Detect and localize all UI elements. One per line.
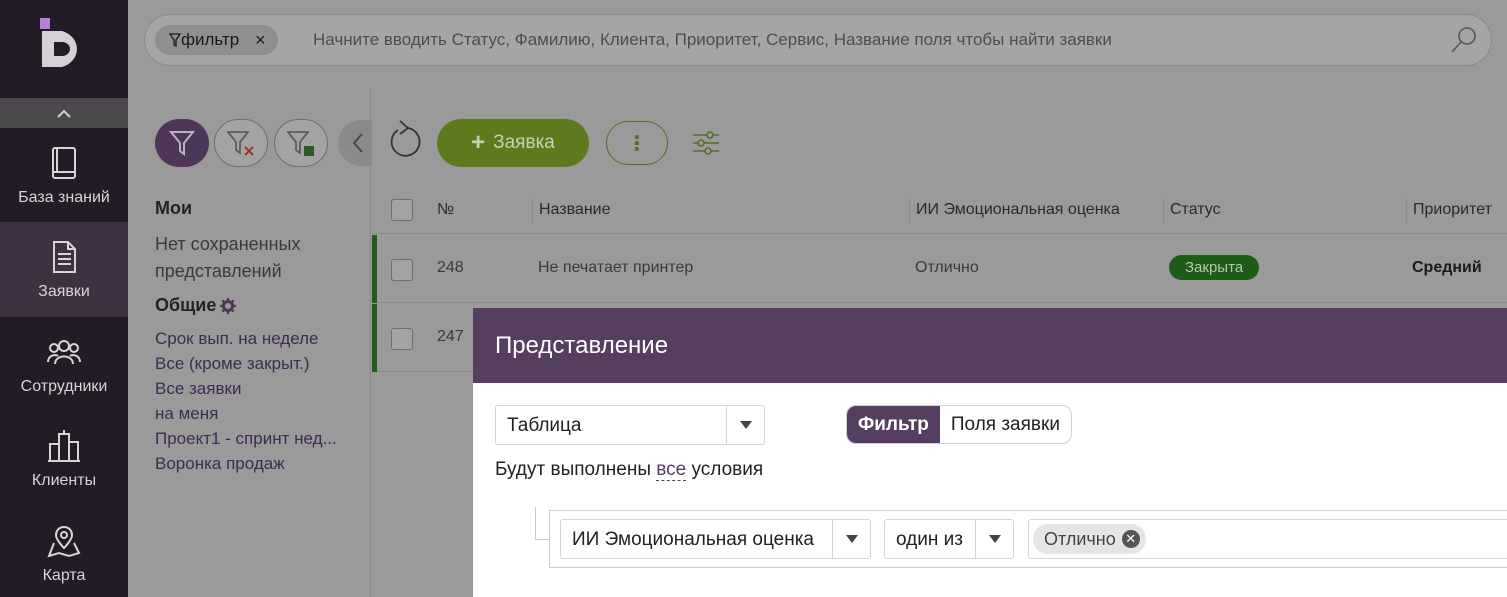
filter-icon	[169, 33, 181, 47]
refresh-icon[interactable]	[386, 118, 422, 160]
more-actions-button[interactable]: ⋮	[606, 121, 668, 165]
add-ticket-label: Заявка	[493, 132, 555, 153]
search-icon[interactable]	[1449, 25, 1479, 55]
nav-item-tickets[interactable]: Заявки	[0, 222, 128, 317]
nav-item-map[interactable]: Карта	[0, 506, 128, 597]
col-status[interactable]: Статус	[1170, 201, 1221, 219]
view-link[interactable]: Все заявки	[155, 376, 337, 401]
condition-field-select[interactable]: ИИ Эмоциональная оценка	[560, 519, 871, 559]
caret-down-icon[interactable]	[975, 520, 1013, 558]
view-link[interactable]: на меня	[155, 401, 337, 426]
tree-connector	[535, 507, 549, 540]
col-divider[interactable]	[1406, 198, 1407, 224]
nav-label: Карта	[42, 566, 86, 584]
document-icon	[53, 240, 76, 273]
filter-clear-icon	[226, 131, 254, 156]
condition-value-input[interactable]: Отлично ✕	[1028, 519, 1507, 559]
cell-priority: Средний	[1412, 259, 1482, 276]
no-views-text-line2: представлений	[155, 261, 282, 281]
book-icon	[52, 146, 76, 179]
tab-filter[interactable]: Фильтр	[847, 406, 940, 443]
search-bar[interactable]: фильтр × Начните вводить Статус, Фамилию…	[144, 14, 1492, 66]
caret-down-icon[interactable]	[726, 406, 764, 444]
view-link[interactable]: Срок вып. на неделе	[155, 326, 337, 351]
nav-label: Сотрудники	[20, 377, 108, 395]
people-icon	[47, 339, 81, 364]
col-number[interactable]: №	[437, 201, 454, 219]
main-nav: База знаний Заявки Сотрудники Клиенты Ка…	[0, 0, 128, 597]
nav-label: База знаний	[18, 188, 110, 206]
sliders-icon[interactable]	[692, 130, 720, 156]
cell-title[interactable]: Не печатает принтер	[538, 259, 693, 277]
condition-mode-text: Будут выполнены все условия	[495, 459, 763, 481]
clear-filter-button[interactable]	[214, 119, 268, 167]
table-row[interactable]: 248 Не печатает принтер Отлично Закрыта …	[372, 235, 1507, 303]
condition-operator-select[interactable]: один из	[884, 519, 1014, 559]
col-title[interactable]: Название	[539, 201, 611, 219]
row-checkbox[interactable]	[391, 328, 413, 350]
chevron-left-icon	[352, 133, 363, 153]
chevron-up-icon	[57, 109, 71, 118]
select-all-checkbox[interactable]	[391, 199, 413, 221]
value-tag-label: Отлично	[1044, 529, 1116, 549]
row-status-bar	[372, 304, 377, 372]
plus-icon: +	[471, 129, 486, 156]
filter-save-icon	[286, 131, 314, 156]
add-ticket-button[interactable]: + Заявка	[437, 119, 589, 167]
map-icon	[47, 525, 81, 558]
value-tag: Отлично ✕	[1033, 524, 1146, 554]
row-status-bar	[372, 235, 377, 303]
caret-down-icon[interactable]	[832, 520, 870, 558]
no-views-text-line1: Нет сохраненных	[155, 234, 301, 254]
common-views-heading: Общие	[155, 295, 237, 316]
filter-chip-label: фильтр	[181, 30, 240, 49]
col-divider[interactable]	[909, 198, 910, 224]
condition-operator-value: один из	[896, 529, 963, 550]
nav-item-employees[interactable]: Сотрудники	[0, 317, 128, 412]
view-link[interactable]: Воронка продаж	[155, 451, 337, 476]
filter-chip-close-icon[interactable]: ×	[255, 30, 266, 51]
filter-chip[interactable]: фильтр ×	[155, 25, 278, 55]
gear-icon[interactable]	[220, 297, 237, 314]
view-type-select[interactable]: Таблица	[495, 405, 765, 445]
condition-prefix: Будут выполнены	[495, 459, 651, 480]
condition-field-value: ИИ Эмоциональная оценка	[572, 529, 814, 550]
nav-label: Клиенты	[31, 471, 97, 489]
nav-item-clients[interactable]: Клиенты	[0, 411, 128, 506]
views-panel: Мои Нет сохраненных представлений Общие …	[128, 88, 378, 597]
view-link[interactable]: Все (кроме закрыт.)	[155, 351, 337, 376]
app-logo[interactable]	[40, 18, 88, 68]
dialog-title: Представление	[473, 308, 1507, 383]
row-checkbox[interactable]	[391, 259, 413, 281]
nav-collapse-button[interactable]	[0, 98, 128, 128]
common-views-list: Срок вып. на неделе Все (кроме закрыт.) …	[155, 326, 337, 476]
common-views-label: Общие	[155, 295, 217, 315]
condition-suffix: условия	[691, 459, 764, 480]
filter-icon	[169, 131, 195, 156]
condition-mode-toggle[interactable]: все	[656, 459, 687, 481]
view-dialog: Представление Таблица Фильтр Поля заявки…	[473, 308, 1507, 597]
cell-number: 247	[437, 328, 464, 345]
col-ai-rating[interactable]: ИИ Эмоциональная оценка	[916, 201, 1120, 219]
col-divider[interactable]	[532, 198, 533, 224]
cell-number: 248	[437, 259, 464, 276]
col-priority[interactable]: Приоритет	[1413, 201, 1492, 219]
my-views-heading: Мои	[155, 198, 193, 218]
remove-tag-icon[interactable]: ✕	[1121, 530, 1140, 548]
dialog-tabs: Фильтр Поля заявки	[846, 405, 1072, 444]
status-badge: Закрыта	[1169, 255, 1260, 280]
filter-button[interactable]	[155, 119, 209, 167]
nav-item-knowledge-base[interactable]: База знаний	[0, 128, 128, 223]
view-type-value: Таблица	[507, 415, 582, 436]
search-input[interactable]: Начните вводить Статус, Фамилию, Клиента…	[313, 30, 1112, 50]
tab-ticket-fields[interactable]: Поля заявки	[940, 406, 1071, 443]
table-header: № Название ИИ Эмоциональная оценка Стату…	[372, 188, 1507, 234]
nav-label: Заявки	[38, 282, 90, 300]
buildings-icon	[48, 429, 80, 462]
view-link[interactable]: Проект1 - спринт нед...	[155, 426, 337, 451]
cell-ai-rating: Отлично	[915, 259, 979, 276]
col-divider[interactable]	[1163, 198, 1164, 224]
save-filter-button[interactable]	[274, 119, 328, 167]
